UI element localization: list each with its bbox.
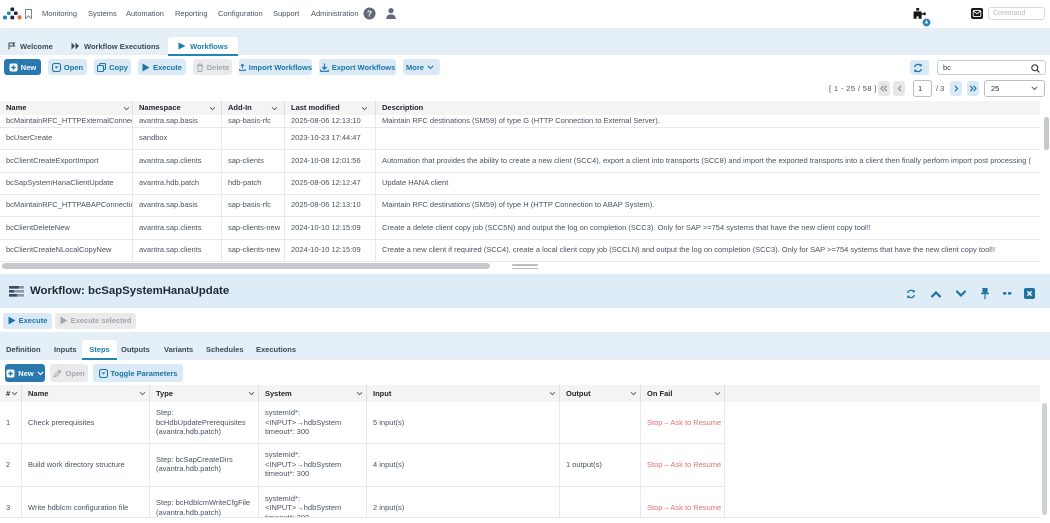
svg-text:?: ? bbox=[367, 8, 372, 18]
